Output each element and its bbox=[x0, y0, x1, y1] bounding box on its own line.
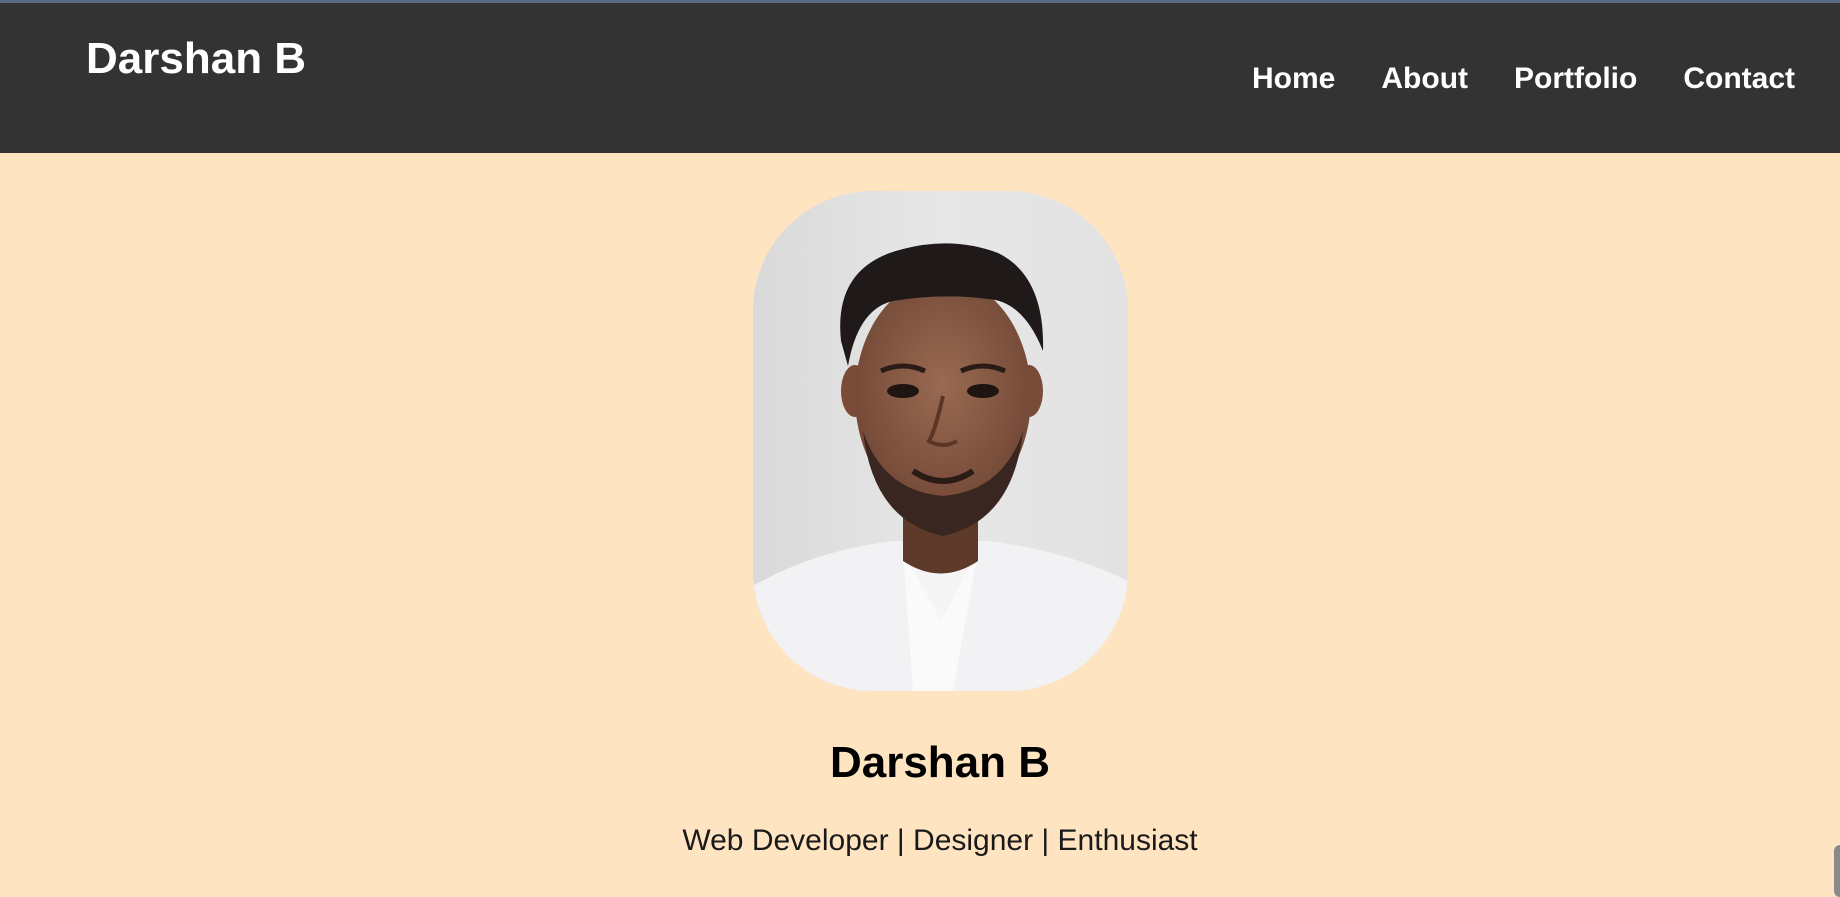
nav-home-link[interactable]: Home bbox=[1252, 59, 1335, 99]
hero-tagline: Web Developer | Designer | Enthusiast bbox=[682, 824, 1198, 857]
nav-contact-link[interactable]: Contact bbox=[1683, 59, 1795, 99]
hero-section: Darshan B Web Developer | Designer | Ent… bbox=[0, 153, 1840, 897]
brand-title[interactable]: Darshan B bbox=[86, 33, 306, 85]
hero-name: Darshan B bbox=[829, 738, 1051, 787]
nav-about-link[interactable]: About bbox=[1381, 59, 1468, 99]
nav-portfolio-link[interactable]: Portfolio bbox=[1514, 59, 1637, 99]
main-nav: Home About Portfolio Contact bbox=[1252, 59, 1795, 99]
profile-photo-icon bbox=[753, 191, 1128, 691]
profile-photo bbox=[753, 191, 1128, 691]
scroll-handle[interactable] bbox=[1834, 845, 1840, 897]
site-header: Darshan B Home About Portfolio Contact bbox=[0, 3, 1840, 153]
